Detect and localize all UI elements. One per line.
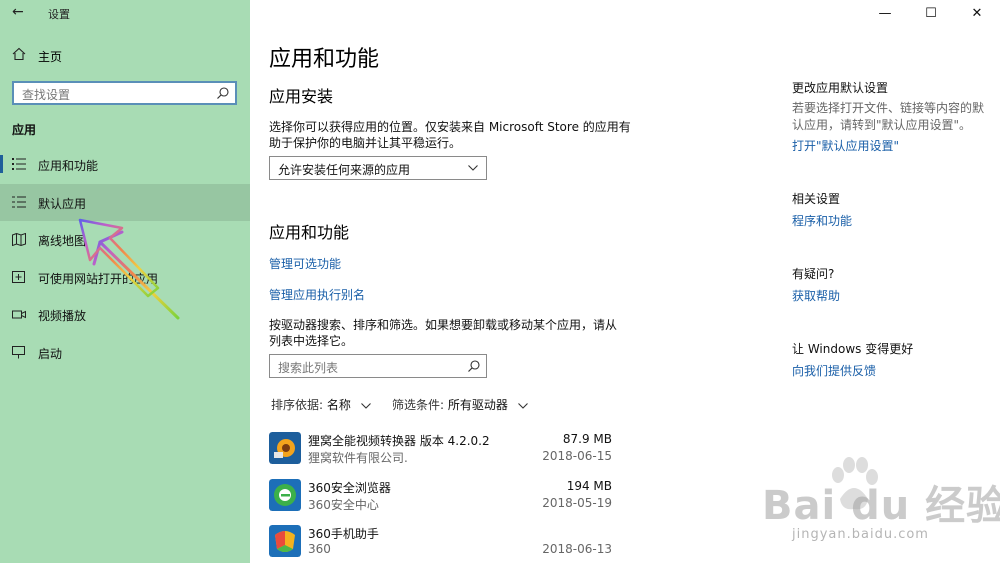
app-publisher: 狸窝软件有限公司. [308, 451, 408, 465]
open-default-apps-link[interactable]: 打开"默认应用设置" [792, 137, 899, 154]
change-defaults-text-line2: 认应用，请转到"默认应用设置"。 [792, 118, 972, 132]
chevron-down-icon [468, 165, 478, 171]
sort-by-control[interactable]: 排序依据: 名称 [271, 396, 371, 413]
sidebar-item-apps-for-websites[interactable]: 可使用网站打开的应用 [0, 259, 250, 296]
chevron-down-icon [360, 402, 371, 409]
change-defaults-text-line1: 若要选择打开文件、链接等内容的默 [792, 101, 985, 115]
app-name: 狸窝全能视频转换器 版本 4.2.0.2 [308, 434, 490, 448]
programs-features-link[interactable]: 程序和功能 [792, 212, 852, 229]
filter-value: 所有驱动器 [447, 398, 508, 412]
offline-maps-icon [12, 233, 26, 246]
sort-value: 名称 [326, 398, 351, 412]
app-date: 2018-05-19 [542, 496, 612, 510]
app-list-item[interactable]: 360安全浏览器 360安全中心 194 MB 2018-05-19 [269, 479, 612, 519]
related-settings-heading: 相关设置 [792, 192, 841, 206]
settings-sidebar: ← 设置 主页 查找设置 应用 应用和功能 默认应用 离线地图 可使用网站打开的… [0, 0, 250, 563]
search-icon[interactable] [216, 86, 230, 100]
sidebar-item-default-apps[interactable]: 默认应用 [0, 184, 250, 221]
startup-icon [12, 346, 25, 359]
home-label: 主页 [38, 50, 63, 64]
install-heading: 应用安装 [269, 87, 334, 106]
close-button[interactable]: ✕ [954, 0, 1000, 26]
question-heading: 有疑问? [792, 267, 835, 281]
liwo-converter-app-icon [269, 432, 301, 464]
minimize-button[interactable]: — [862, 0, 908, 26]
sidebar-item-label: 离线地图 [38, 234, 87, 248]
app-date: 2018-06-13 [542, 542, 612, 556]
sidebar-item-offline-maps[interactable]: 离线地图 [0, 221, 250, 258]
filter-label: 筛选条件: [392, 398, 445, 412]
app-size: 194 MB [566, 479, 612, 493]
manage-optional-features-link[interactable]: 管理可选功能 [269, 255, 341, 272]
app-list-search-placeholder: 搜索此列表 [278, 361, 339, 375]
sidebar-item-startup[interactable]: 启动 [0, 334, 250, 371]
sidebar-item-label: 视频播放 [38, 309, 87, 323]
change-defaults-heading: 更改应用默认设置 [792, 81, 889, 95]
video-playback-icon [12, 310, 26, 319]
filter-by-control[interactable]: 筛选条件: 所有驱动器 [392, 396, 528, 413]
maximize-button[interactable]: ☐ [908, 0, 954, 26]
dropdown-value: 允许安装任何来源的应用 [278, 163, 411, 177]
360-browser-app-icon [269, 479, 301, 511]
sort-label: 排序依据: [271, 398, 324, 412]
chevron-down-icon [517, 402, 528, 409]
sidebar-item-label: 默认应用 [38, 197, 87, 211]
search-icon[interactable] [467, 359, 481, 373]
app-publisher: 360 [308, 542, 331, 556]
watermark-brand: Bai du 经验 [762, 483, 1000, 529]
app-publisher: 360安全中心 [308, 498, 379, 512]
feedback-heading: 让 Windows 变得更好 [792, 342, 914, 356]
apps-description-line2: 列表中选择它。 [269, 334, 354, 348]
app-size: 87.9 MB [562, 432, 612, 446]
settings-search-input[interactable]: 查找设置 [12, 81, 237, 105]
sidebar-item-video-playback[interactable]: 视频播放 [0, 296, 250, 333]
title-bar: ← 设置 [0, 0, 250, 26]
manage-app-alias-link[interactable]: 管理应用执行别名 [269, 286, 365, 303]
sidebar-item-label: 可使用网站打开的应用 [38, 272, 159, 286]
sidebar-item-label: 启动 [38, 347, 63, 361]
window-controls: — ☐ ✕ [862, 0, 1000, 26]
page-title: 应用和功能 [269, 47, 380, 72]
apps-list-icon [12, 158, 26, 170]
apps-heading: 应用和功能 [269, 223, 350, 242]
window-title: 设置 [48, 8, 70, 21]
sidebar-item-label: 应用和功能 [38, 159, 99, 173]
360-phone-assistant-app-icon [269, 525, 301, 557]
home-nav-item[interactable]: 主页 [0, 44, 250, 68]
app-name: 360手机助手 [308, 527, 379, 541]
home-icon [12, 47, 26, 61]
get-help-link[interactable]: 获取帮助 [792, 287, 840, 304]
app-list-item[interactable]: 狸窝全能视频转换器 版本 4.2.0.2 狸窝软件有限公司. 87.9 MB 2… [269, 432, 612, 472]
install-description-line2: 助于保护你的电脑并让其平稳运行。 [269, 136, 462, 150]
sidebar-section-title: 应用 [12, 123, 37, 137]
back-arrow-icon[interactable]: ← [12, 4, 24, 20]
app-date: 2018-06-15 [542, 449, 612, 463]
app-name: 360安全浏览器 [308, 481, 391, 495]
baidu-watermark: Bai du 经验 jingyan.baidu.com [758, 455, 1000, 563]
install-source-dropdown[interactable]: 允许安装任何来源的应用 [269, 156, 487, 180]
default-apps-icon [12, 196, 26, 208]
app-list-item[interactable]: 360手机助手 360 2018-06-13 [269, 525, 612, 563]
watermark-url: jingyan.baidu.com [792, 527, 929, 542]
settings-search-placeholder: 查找设置 [22, 88, 71, 102]
app-list-search-input[interactable]: 搜索此列表 [269, 354, 487, 378]
give-feedback-link[interactable]: 向我们提供反馈 [792, 362, 876, 379]
apps-for-websites-icon [12, 271, 25, 283]
sidebar-item-apps-features[interactable]: 应用和功能 [0, 146, 250, 183]
